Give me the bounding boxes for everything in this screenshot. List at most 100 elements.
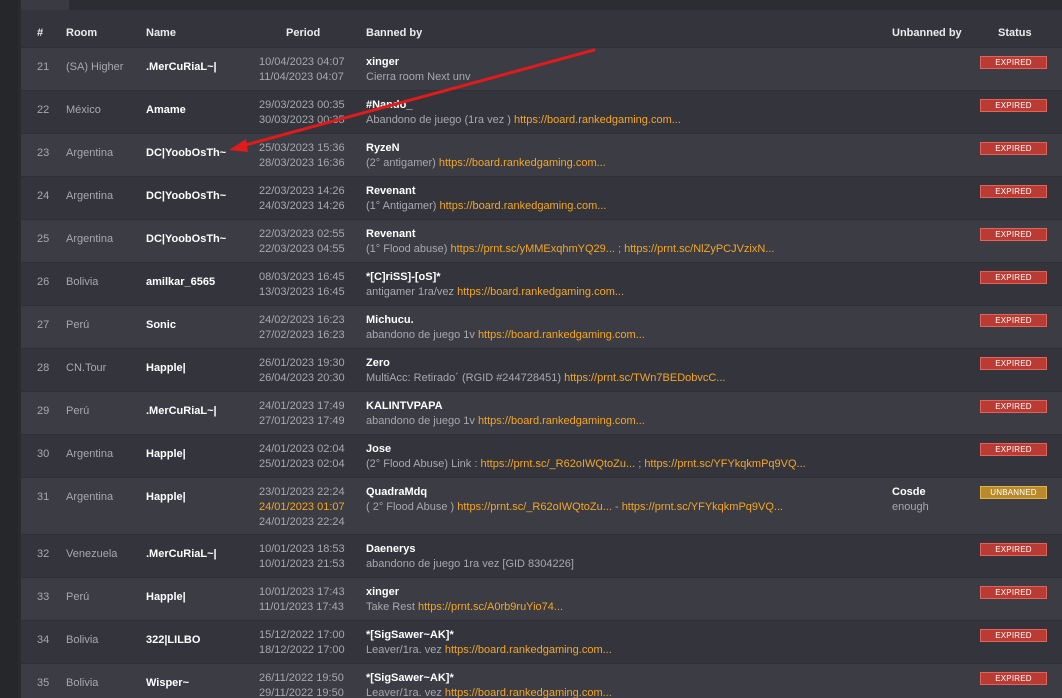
banned-by-user[interactable]: *[SigSawer~AK]*	[366, 671, 612, 686]
status-badge: UNBANNED	[980, 486, 1047, 499]
row-player-name[interactable]: DC|YoobOsTh~	[146, 233, 226, 245]
ban-reason-line: (2° Flood Abuse) Link : https://prnt.sc/…	[366, 457, 806, 472]
table-body: 21 (SA) Higher .MerCuRiaL~| 10/04/2023 04:0…	[21, 47, 1062, 698]
row-room: Bolivia	[66, 276, 99, 288]
evidence-link[interactable]: https://board.rankedgaming.com...	[445, 687, 612, 698]
row-player-name[interactable]: Wisper~	[146, 677, 189, 689]
ban-reason: MultiAcc: Retirado´ (RGID #244728451)	[366, 372, 565, 384]
row-period: 23/01/2023 22:24 24/01/2023 01:07 24/01/20…	[259, 485, 345, 530]
banned-by-user[interactable]: KALINTVPAPA	[366, 399, 645, 414]
banned-by-user[interactable]: *[SigSawer~AK]*	[366, 628, 612, 643]
period-date: 24/02/2023 16:23	[259, 314, 345, 326]
status-badge: EXPIRED	[980, 543, 1047, 556]
row-room: Perú	[66, 319, 90, 331]
row-player-name[interactable]: Happle|	[146, 362, 186, 374]
banned-by-user[interactable]: #Nando_	[366, 98, 681, 113]
unban-note: enough	[892, 501, 929, 513]
evidence-link[interactable]: https://prnt.sc/TWn7BEDobvcC...	[564, 372, 725, 384]
header-status: Status	[998, 27, 1032, 39]
row-number: 28	[37, 362, 50, 374]
period-date: 27/02/2023 16:23	[259, 329, 345, 341]
evidence-link[interactable]: https://board.rankedgaming.com...	[439, 200, 606, 212]
tab-remnant	[21, 0, 69, 10]
evidence-link[interactable]: https://prnt.sc/_R62oIWQtoZu...	[480, 458, 635, 470]
row-room: Venezuela	[66, 548, 118, 560]
evidence-link[interactable]: https://board.rankedgaming.com...	[457, 286, 624, 298]
period-date: 30/03/2023 00:35	[259, 114, 345, 126]
ban-reason-line: Abandono de juego (1ra vez ) https://boa…	[366, 113, 681, 128]
ban-reason: Abandono de juego (1ra vez )	[366, 114, 514, 126]
evidence-link[interactable]: https://board.rankedgaming.com...	[478, 415, 645, 427]
row-player-name[interactable]: .MerCuRiaL~|	[146, 405, 217, 417]
ban-reason-line: MultiAcc: Retirado´ (RGID #244728451) ht…	[366, 371, 725, 386]
row-player-name[interactable]: Amame	[146, 104, 186, 116]
row-banned-by: #Nando_ Abandono de juego (1ra vez ) http…	[366, 98, 681, 128]
banned-by-user[interactable]: QuadraMdq	[366, 485, 783, 500]
unbanned-by-user[interactable]: Cosde	[892, 485, 929, 500]
row-banned-by: Revenant (1° Flood abuse) https://prnt.sc…	[366, 227, 775, 257]
banned-by-user[interactable]: Daenerys	[366, 542, 574, 557]
evidence-link-2[interactable]: https://prnt.sc/NlZyPCJVzixN...	[624, 243, 774, 255]
ban-reason: (1° Flood abuse)	[366, 243, 451, 255]
table-row: 25 Argentina DC|YoobOsTh~ 22/03/2023 02:55 2…	[21, 219, 1062, 262]
row-period: 26/11/2022 19:50 29/11/2022 19:50	[259, 671, 344, 698]
ban-reason-line: (2° antigamer) https://board.rankedgamin…	[366, 156, 606, 171]
banned-by-user[interactable]: Zero	[366, 356, 725, 371]
period-date: 29/03/2023 00:35	[259, 99, 345, 111]
row-player-name[interactable]: Happle|	[146, 448, 186, 460]
banned-by-user[interactable]: Jose	[366, 442, 806, 457]
ban-reason: (2° antigamer)	[366, 157, 439, 169]
row-room: Perú	[66, 405, 90, 417]
ban-reason: Take Rest	[366, 601, 418, 613]
row-player-name[interactable]: DC|YoobOsTh~	[146, 190, 226, 202]
status-badge: EXPIRED	[980, 357, 1047, 370]
row-number: 30	[37, 448, 50, 460]
row-player-name[interactable]: .MerCuRiaL~|	[146, 61, 217, 73]
ban-reason: Leaver/1ra. vez	[366, 644, 445, 656]
evidence-link[interactable]: https://board.rankedgaming.com...	[514, 114, 681, 126]
status-badge: EXPIRED	[980, 672, 1047, 685]
row-room: Perú	[66, 591, 90, 603]
evidence-link[interactable]: https://board.rankedgaming.com...	[445, 644, 612, 656]
period-date: 10/01/2023 21:53	[259, 558, 345, 570]
row-number: 22	[37, 104, 50, 116]
status-badge: EXPIRED	[980, 99, 1047, 112]
row-player-name[interactable]: Happle|	[146, 491, 186, 503]
row-banned-by: Revenant (1° Antigamer) https://board.ran…	[366, 184, 606, 214]
evidence-link[interactable]: https://prnt.sc/yMMExqhmYQ29...	[451, 243, 615, 255]
evidence-link-2[interactable]: https://prnt.sc/YFYkqkmPq9VQ...	[622, 501, 783, 513]
row-room: Argentina	[66, 233, 114, 245]
period-date: 24/03/2023 14:26	[259, 200, 345, 212]
banned-by-user[interactable]: Revenant	[366, 227, 775, 242]
table-row: 30 Argentina Happle| 24/01/2023 02:04 25/01/…	[21, 434, 1062, 477]
period-date: 24/01/2023 22:24	[259, 516, 345, 528]
status-badge: EXPIRED	[980, 314, 1047, 327]
evidence-link[interactable]: https://prnt.sc/_R62oIWQtoZu...	[457, 501, 612, 513]
row-number: 31	[37, 491, 50, 503]
row-player-name[interactable]: .MerCuRiaL~|	[146, 548, 217, 560]
evidence-link[interactable]: https://prnt.sc/A0rb9ruYio74...	[418, 601, 563, 613]
banned-by-user[interactable]: *[C]riSS]-[oS]*	[366, 270, 624, 285]
row-player-name[interactable]: DC|YoobOsTh~	[146, 147, 226, 159]
status-badge: EXPIRED	[980, 443, 1047, 456]
table-row: 29 Perú .MerCuRiaL~| 24/01/2023 17:49 27/01/…	[21, 391, 1062, 434]
row-player-name[interactable]: Happle|	[146, 591, 186, 603]
evidence-link-2[interactable]: https://prnt.sc/YFYkqkmPq9VQ...	[644, 458, 805, 470]
evidence-link[interactable]: https://board.rankedgaming.com...	[478, 329, 645, 341]
banned-by-user[interactable]: Michucu.	[366, 313, 645, 328]
row-player-name[interactable]: Sonic	[146, 319, 176, 331]
row-banned-by: *[C]riSS]-[oS]* antigamer 1ra/vez https:/…	[366, 270, 624, 300]
row-player-name[interactable]: amilkar_6565	[146, 276, 215, 288]
app-frame: # Room Name Period Banned by Unbanned by…	[0, 0, 1062, 698]
row-banned-by: xinger Cierra room Next unv	[366, 55, 471, 85]
row-player-name[interactable]: 322|LILBO	[146, 634, 200, 646]
banned-by-user[interactable]: xinger	[366, 585, 563, 600]
row-banned-by: Jose (2° Flood Abuse) Link : https://prnt…	[366, 442, 806, 472]
row-banned-by: QuadraMdq( 2° Flood Abuse ) https://prnt…	[366, 485, 783, 515]
ban-reason: antigamer 1ra/vez	[366, 286, 458, 298]
banned-by-user[interactable]: xinger	[366, 55, 471, 70]
banned-by-user[interactable]: Revenant	[366, 184, 606, 199]
period-date: 18/12/2022 17:00	[259, 644, 345, 656]
banned-by-user[interactable]: RyzeN	[366, 141, 606, 156]
evidence-link[interactable]: https://board.rankedgaming.com...	[439, 157, 606, 169]
